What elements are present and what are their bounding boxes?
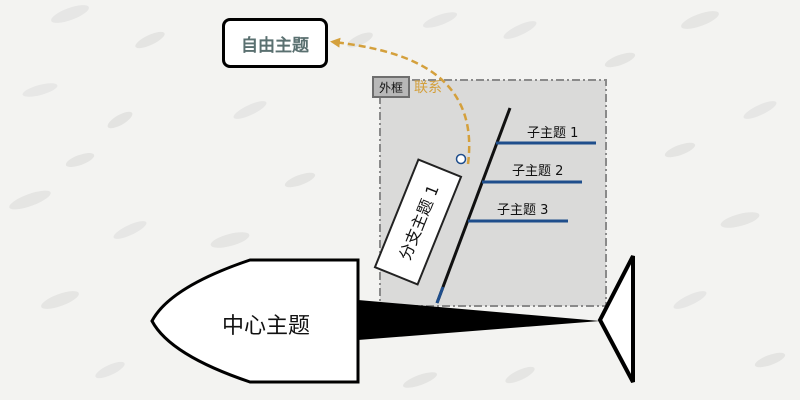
relationship-anchor-handle[interactable]: [455, 153, 467, 165]
sub-topic-1[interactable]: 子主题 1: [527, 122, 578, 141]
sub-topic-2[interactable]: 子主题 2: [512, 160, 563, 179]
frame-label-text: 外框: [378, 80, 403, 95]
canvas: 自由主题 外框 联系 分支主题 1 子主题 1 子主题 2 子主题 3 中心主题: [0, 0, 800, 400]
sub-topic-3[interactable]: 子主题 3: [497, 199, 548, 218]
frame-label[interactable]: 外框: [372, 76, 410, 98]
center-topic[interactable]: 中心主题: [222, 308, 310, 340]
free-topic[interactable]: 自由主题: [222, 18, 328, 68]
free-topic-label: 自由主题: [241, 35, 309, 56]
relationship-label[interactable]: 联系: [414, 77, 442, 97]
